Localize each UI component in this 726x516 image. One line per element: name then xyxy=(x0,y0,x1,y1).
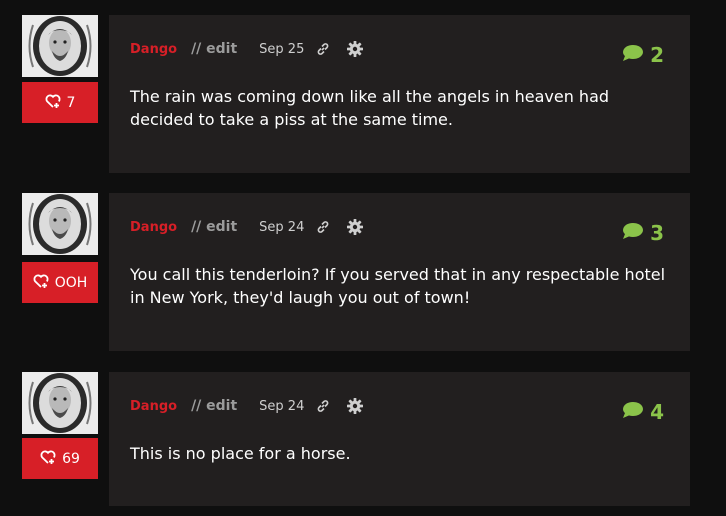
gear-icon[interactable] xyxy=(346,218,364,236)
avatar[interactable] xyxy=(22,15,98,77)
post-text: This is no place for a horse. xyxy=(130,444,351,463)
comment-count-value: 2 xyxy=(650,43,664,67)
like-button[interactable]: 7 xyxy=(22,82,98,123)
avatar[interactable] xyxy=(22,372,98,434)
comment-count[interactable]: 2 xyxy=(622,43,664,67)
avatar[interactable] xyxy=(22,193,98,255)
like-count: 7 xyxy=(66,94,76,111)
gear-icon[interactable] xyxy=(346,40,364,58)
speech-bubble-icon xyxy=(622,43,644,67)
author-link[interactable]: Dango xyxy=(130,399,177,414)
author-link[interactable]: Dango xyxy=(130,42,177,57)
post-card: Dango // edit Sep 25 2 The rain was comi… xyxy=(109,15,690,173)
post-card: Dango // edit Sep 24 4 This is no place … xyxy=(109,372,690,506)
comment-count[interactable]: 3 xyxy=(622,221,664,245)
edit-link[interactable]: // edit xyxy=(191,398,237,414)
post-date: Sep 24 xyxy=(259,219,305,235)
speech-bubble-icon xyxy=(622,400,644,424)
post-date: Sep 25 xyxy=(259,41,305,57)
like-button[interactable]: OOH xyxy=(22,262,98,303)
speech-bubble-icon xyxy=(622,221,644,245)
post-date: Sep 24 xyxy=(259,398,305,414)
comment-count-value: 4 xyxy=(650,400,664,424)
link-icon[interactable] xyxy=(316,399,330,413)
link-icon[interactable] xyxy=(316,42,330,56)
post-meta: Dango // edit Sep 25 xyxy=(130,39,364,59)
like-count: 69 xyxy=(62,450,80,467)
edit-link[interactable]: // edit xyxy=(191,219,237,235)
comment-count-value: 3 xyxy=(650,221,664,245)
like-count: OOH xyxy=(54,274,88,291)
edit-link[interactable]: // edit xyxy=(191,41,237,57)
post-card: Dango // edit Sep 24 3 You call this ten… xyxy=(109,193,690,351)
post-text: The rain was coming down like all the an… xyxy=(130,87,610,129)
heart-plus-icon xyxy=(33,273,49,293)
comment-count[interactable]: 4 xyxy=(622,400,664,424)
link-icon[interactable] xyxy=(316,220,330,234)
heart-plus-icon xyxy=(40,449,56,469)
author-link[interactable]: Dango xyxy=(130,220,177,235)
gear-icon[interactable] xyxy=(346,397,364,415)
post-text: You call this tenderloin? If you served … xyxy=(130,265,666,307)
heart-plus-icon xyxy=(45,93,61,113)
like-button[interactable]: 69 xyxy=(22,438,98,479)
post-meta: Dango // edit Sep 24 xyxy=(130,217,364,237)
post-meta: Dango // edit Sep 24 xyxy=(130,396,364,416)
